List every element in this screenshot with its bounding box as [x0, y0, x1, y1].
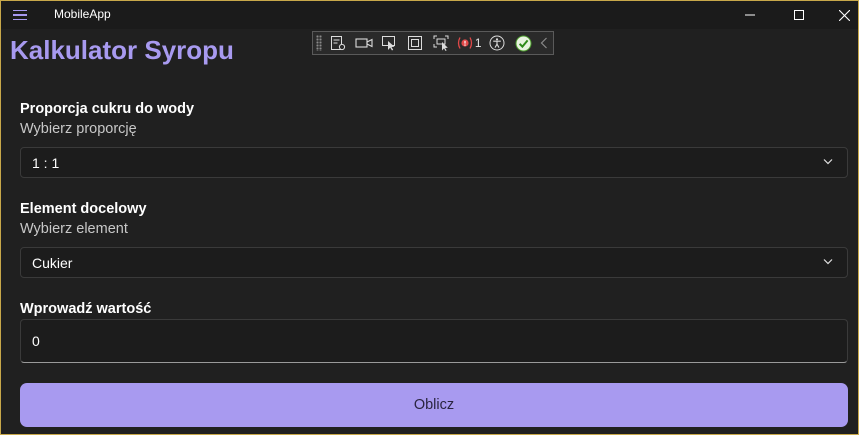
accessibility-icon: [489, 35, 505, 51]
minimize-button[interactable]: [727, 1, 773, 29]
live-visual-tree-icon: [330, 36, 345, 51]
page-title: Kalkulator Syropu: [10, 35, 234, 65]
target-sublabel: Wybierz element: [20, 221, 128, 237]
title-bar: MobileApp: [1, 1, 858, 29]
ratio-sublabel: Wybierz proporcję: [20, 121, 137, 137]
binding-failures-count: 1: [474, 36, 482, 50]
target-picker[interactable]: Cukier: [20, 247, 848, 278]
ratio-label: Proporcja cukru do wody: [20, 101, 195, 117]
hamburger-menu-icon[interactable]: [5, 3, 35, 27]
track-focus-button[interactable]: [429, 33, 453, 53]
target-picker-value: Cukier: [32, 255, 73, 271]
value-input[interactable]: 0: [20, 319, 848, 363]
accessibility-button[interactable]: [486, 33, 510, 53]
collapse-chevron-icon: [540, 37, 548, 49]
ratio-picker-value: 1 : 1: [32, 155, 60, 171]
ratio-picker[interactable]: 1 : 1: [20, 147, 848, 178]
checkmark-button[interactable]: [511, 33, 535, 53]
close-icon: [838, 9, 850, 21]
chevron-down-icon: [823, 259, 833, 265]
value-label: Wprowadź wartość: [20, 301, 152, 317]
maximize-button[interactable]: [776, 1, 822, 29]
track-focus-icon: [433, 35, 449, 51]
display-layout-adorners-icon: [408, 36, 423, 50]
checkmark-icon: [515, 35, 532, 51]
chevron-down-icon: [823, 159, 833, 165]
maximize-icon: [794, 10, 804, 20]
binding-failures-button[interactable]: [455, 33, 475, 53]
display-layout-adorners-button[interactable]: [403, 33, 427, 53]
drag-grip-icon[interactable]: [316, 35, 322, 51]
binding-failures-icon: [457, 37, 473, 49]
target-label: Element docelowy: [20, 201, 147, 217]
select-element-button[interactable]: [378, 33, 402, 53]
app-window: MobileApp Kalkulator Syropu 1 Proporcja …: [0, 0, 859, 435]
video-camera-icon: [355, 38, 373, 48]
select-element-icon: [382, 36, 396, 51]
collapse-toolbar-button[interactable]: [537, 33, 551, 53]
video-camera-button[interactable]: [352, 33, 376, 53]
live-visual-tree-button[interactable]: [326, 33, 350, 53]
value-input-text: 0: [32, 333, 40, 349]
calculate-button[interactable]: Oblicz: [20, 383, 848, 427]
minimize-icon: [745, 14, 755, 16]
window-title: MobileApp: [54, 7, 111, 21]
xaml-debug-toolbar: 1: [312, 31, 554, 55]
close-button[interactable]: [821, 1, 858, 29]
